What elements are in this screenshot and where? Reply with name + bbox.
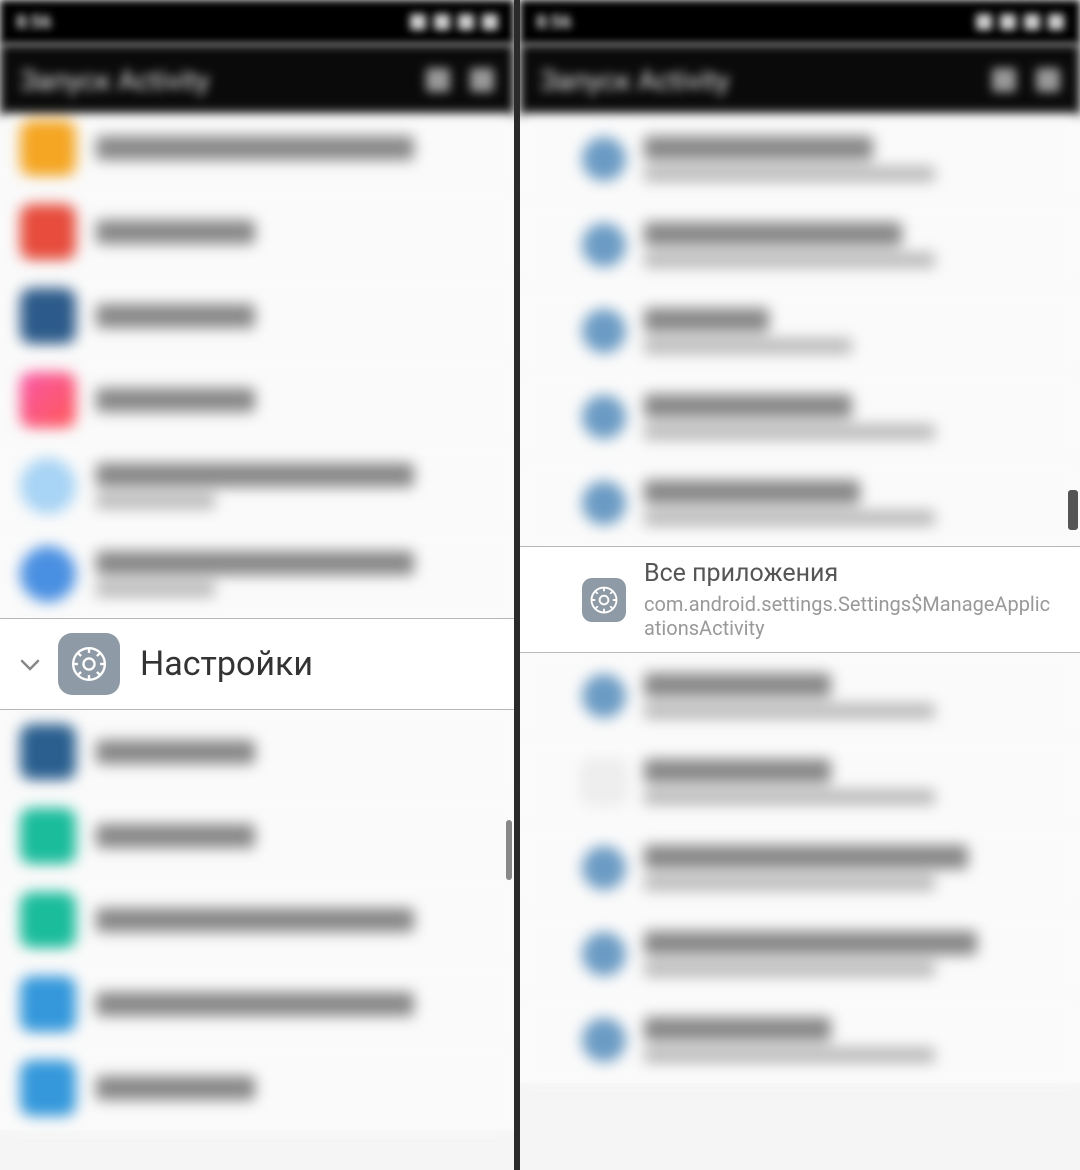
- activity-item[interactable]: [520, 825, 1080, 911]
- list-item[interactable]: [0, 962, 514, 1046]
- list-item[interactable]: [0, 442, 514, 530]
- title-bar: Запуск Activity: [0, 44, 514, 116]
- list-item[interactable]: [0, 190, 514, 274]
- list-item-settings[interactable]: Настройки: [0, 618, 514, 710]
- activity-item-all-apps[interactable]: Все приложения com.android.settings.Sett…: [520, 546, 1080, 653]
- settings-activity-icon: [582, 578, 626, 622]
- app-icon: [20, 724, 76, 780]
- activity-item[interactable]: [520, 997, 1080, 1083]
- app-icon: [20, 458, 76, 514]
- activity-item[interactable]: [520, 653, 1080, 739]
- activity-item[interactable]: [520, 460, 1080, 546]
- list-item[interactable]: [0, 116, 514, 190]
- activity-icon: [582, 1018, 626, 1062]
- app-icon: [20, 1060, 76, 1116]
- activity-item[interactable]: [520, 911, 1080, 997]
- activity-item[interactable]: [520, 202, 1080, 288]
- activity-icon: [582, 309, 626, 353]
- app-icon: [20, 892, 76, 948]
- activity-item[interactable]: [520, 288, 1080, 374]
- status-icons: [410, 14, 498, 30]
- list-item[interactable]: [0, 1046, 514, 1130]
- list-item[interactable]: [0, 358, 514, 442]
- app-list[interactable]: Настройки: [0, 116, 514, 1130]
- status-time: 8:56: [16, 12, 51, 33]
- activity-item[interactable]: [520, 739, 1080, 825]
- gear-icon: [589, 585, 619, 615]
- activity-icon: [582, 846, 626, 890]
- activity-title-label: Все приложения: [644, 559, 1060, 588]
- app-name-label: Настройки: [140, 644, 494, 684]
- screen-title: Запуск Activity: [20, 64, 426, 97]
- list-item[interactable]: [0, 794, 514, 878]
- app-icon: [20, 808, 76, 864]
- chevron-down-icon[interactable]: [20, 652, 46, 677]
- activity-icon: [582, 395, 626, 439]
- activity-icon: [582, 760, 626, 804]
- activity-class-label: com.android.settings.Settings$ManageAppl…: [644, 592, 1060, 640]
- scroll-indicator[interactable]: [1068, 490, 1078, 530]
- activity-icon: [582, 481, 626, 525]
- title-actions[interactable]: [992, 68, 1060, 92]
- app-icon: [20, 546, 76, 602]
- status-bar: 8:56: [520, 0, 1080, 44]
- title-bar: Запуск Activity: [520, 44, 1080, 116]
- status-bar: 8:56: [0, 0, 514, 44]
- activity-icon: [582, 674, 626, 718]
- list-item[interactable]: [0, 878, 514, 962]
- list-item[interactable]: [0, 274, 514, 358]
- menu-icon[interactable]: [470, 68, 494, 92]
- app-icon: [20, 204, 76, 260]
- activity-item[interactable]: [520, 374, 1080, 460]
- app-icon: [20, 976, 76, 1032]
- title-actions[interactable]: [426, 68, 494, 92]
- gear-icon: [70, 645, 108, 683]
- activity-list[interactable]: Все приложения com.android.settings.Sett…: [520, 116, 1080, 1083]
- scroll-indicator[interactable]: [506, 820, 512, 880]
- list-item[interactable]: [0, 710, 514, 794]
- right-screen: 8:56 Запуск Activity: [520, 0, 1080, 1170]
- search-icon[interactable]: [426, 68, 450, 92]
- screen-title: Запуск Activity: [540, 64, 992, 97]
- settings-app-icon: [58, 633, 120, 695]
- left-screen: 8:56 Запуск Activity: [0, 0, 520, 1170]
- activity-icon: [582, 223, 626, 267]
- activity-icon: [582, 137, 626, 181]
- status-icons: [976, 14, 1064, 30]
- app-icon: [20, 288, 76, 344]
- activity-item[interactable]: [520, 116, 1080, 202]
- status-time: 8:56: [536, 12, 571, 33]
- list-item[interactable]: [0, 530, 514, 618]
- app-icon: [20, 120, 76, 176]
- app-icon: [20, 372, 76, 428]
- menu-icon[interactable]: [1036, 68, 1060, 92]
- activity-icon: [582, 932, 626, 976]
- search-icon[interactable]: [992, 68, 1016, 92]
